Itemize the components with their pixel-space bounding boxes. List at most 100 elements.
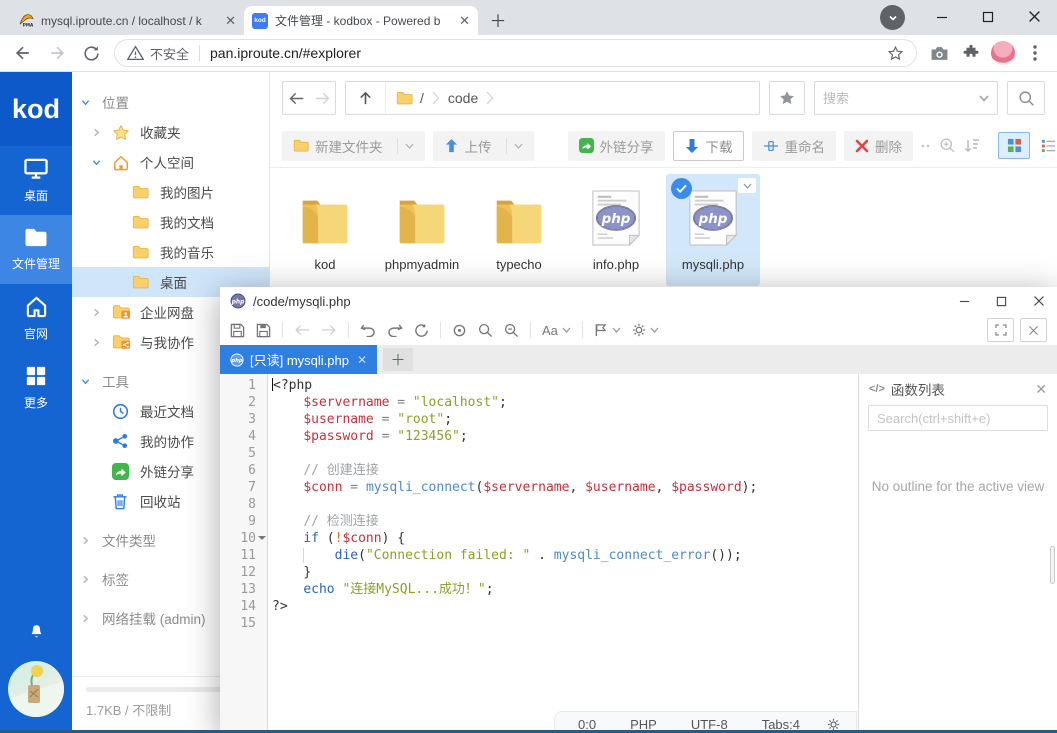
window-minimize-button[interactable]: [919, 0, 965, 33]
chevron-right-icon[interactable]: [92, 308, 112, 317]
grid-view-button[interactable]: [998, 132, 1030, 159]
code-line[interactable]: }: [268, 564, 858, 581]
media-controls-button[interactable]: [880, 5, 905, 30]
goto-location-icon[interactable]: [452, 323, 467, 338]
delete-button[interactable]: 删除: [844, 131, 913, 161]
rename-button[interactable]: 重命名: [752, 131, 837, 161]
code-line[interactable]: <?php: [268, 377, 858, 394]
editor-settings-button[interactable]: [632, 323, 659, 337]
upload-button[interactable]: 上传: [433, 131, 534, 161]
line-number[interactable]: 13: [220, 581, 267, 598]
line-number[interactable]: 15: [220, 615, 267, 632]
new-folder-button[interactable]: 新建文件夹: [282, 131, 425, 161]
fold-chevron-icon[interactable]: [258, 536, 266, 544]
line-number[interactable]: 3: [220, 411, 267, 428]
line-number[interactable]: 12: [220, 564, 267, 581]
address-bar[interactable]: 不安全 pan.iproute.cn/#explorer: [114, 39, 917, 67]
replace-icon[interactable]: [504, 323, 519, 338]
selected-check-icon[interactable]: [671, 178, 692, 199]
code-line[interactable]: echo "连接MySQL...成功！";: [268, 581, 858, 598]
chevron-right-icon[interactable]: [81, 614, 102, 623]
code-line[interactable]: [268, 445, 858, 462]
chevron-right-icon[interactable]: [81, 575, 102, 584]
chevron-down-icon[interactable]: [92, 158, 112, 167]
sidebar-item-desktop[interactable]: 桌面: [0, 146, 72, 215]
line-number[interactable]: 8: [220, 496, 267, 513]
line-number[interactable]: 4: [220, 428, 267, 445]
tree-item[interactable]: 收藏夹: [72, 117, 269, 147]
user-avatar[interactable]: [8, 661, 64, 717]
history-forward-button[interactable]: [309, 82, 335, 114]
code-line[interactable]: $username = "root";: [268, 411, 858, 428]
breadcrumb-root[interactable]: /: [420, 90, 424, 106]
file-item-kod[interactable]: kod: [278, 174, 372, 286]
editor-maximize-button[interactable]: [983, 288, 1020, 314]
zoom-icon[interactable]: [939, 133, 956, 159]
chevron-right-icon[interactable]: [92, 338, 112, 347]
chevron-down-icon[interactable]: [397, 138, 414, 154]
extensions-puzzle-icon[interactable]: [957, 39, 985, 67]
panel-close-button[interactable]: [1020, 318, 1047, 342]
code-area[interactable]: <?php $servername = "localhost"; $userna…: [268, 374, 858, 733]
reload-button[interactable]: [76, 38, 106, 68]
security-label[interactable]: 不安全: [150, 44, 189, 63]
code-line[interactable]: die("Connection failed: " . mysqli_conne…: [268, 547, 858, 564]
line-number[interactable]: 1: [220, 377, 267, 394]
line-number[interactable]: 10: [220, 530, 267, 547]
tab-close-icon[interactable]: ✕: [225, 13, 236, 29]
tab-close-icon[interactable]: ✕: [459, 13, 470, 29]
chevron-right-icon[interactable]: [81, 536, 102, 545]
sidebar-item-file-manager[interactable]: 文件管理: [0, 215, 72, 284]
line-number[interactable]: 14: [220, 598, 267, 615]
tree-item[interactable]: 我的文档: [72, 207, 269, 237]
editor-title-bar[interactable]: php /code/mysqli.php: [220, 287, 1057, 315]
editor-minimize-button[interactable]: [946, 288, 983, 314]
new-editor-tab-button[interactable]: ＋: [383, 348, 413, 371]
tree-section[interactable]: 位置: [72, 87, 269, 117]
chevron-down-icon[interactable]: [506, 138, 523, 154]
code-line[interactable]: // 检测连接: [268, 513, 858, 530]
kod-logo[interactable]: kod: [0, 72, 72, 146]
code-line[interactable]: // 创建连接: [268, 462, 858, 479]
undo-icon[interactable]: [360, 323, 376, 337]
sidebar-item-website[interactable]: 官网: [0, 284, 72, 353]
file-item-phpmyadmin[interactable]: phpmyadmin: [375, 174, 469, 286]
line-number[interactable]: 6: [220, 462, 267, 479]
sort-icon[interactable]: [964, 133, 980, 159]
tree-item[interactable]: 个人空间: [72, 147, 269, 177]
redo-icon[interactable]: [387, 323, 403, 337]
function-search-input[interactable]: [868, 405, 1048, 431]
code-line[interactable]: if (!$conn) {: [268, 530, 858, 547]
search-input[interactable]: [823, 91, 973, 106]
item-menu-chevron-icon[interactable]: [738, 178, 756, 193]
line-number[interactable]: 11: [220, 547, 267, 564]
close-icon[interactable]: ✕: [1035, 381, 1047, 398]
line-number[interactable]: 5: [220, 445, 267, 462]
bookmark-star-icon[interactable]: [887, 45, 904, 62]
back-button[interactable]: [8, 38, 38, 68]
theme-button[interactable]: [594, 323, 621, 337]
window-maximize-button[interactable]: [965, 0, 1011, 33]
up-folder-button[interactable]: [346, 82, 386, 114]
code-line[interactable]: $conn = mysqli_connect($servername, $use…: [268, 479, 858, 496]
line-number[interactable]: 2: [220, 394, 267, 411]
security-warning-icon[interactable]: [127, 45, 144, 61]
screenshot-extension-icon[interactable]: [925, 39, 953, 67]
download-button[interactable]: 下载: [673, 131, 744, 161]
new-tab-button[interactable]: ＋: [484, 5, 512, 33]
code-line[interactable]: [268, 615, 858, 632]
refresh-icon[interactable]: [414, 323, 429, 338]
tree-item[interactable]: 我的图片: [72, 177, 269, 207]
fullscreen-button[interactable]: [987, 318, 1014, 342]
breadcrumb-folder[interactable]: code: [448, 90, 478, 106]
file-item-typecho[interactable]: typecho: [472, 174, 566, 286]
editor-close-button[interactable]: [1020, 288, 1057, 314]
tree-item[interactable]: 我的音乐: [72, 237, 269, 267]
chevron-right-icon[interactable]: [92, 128, 112, 137]
save-as-button[interactable]: [256, 323, 271, 338]
browser-tab-phpmyadmin[interactable]: PMA mysql.iproute.cn / localhost / k ✕: [10, 6, 244, 35]
sidebar-item-more[interactable]: 更多: [0, 353, 72, 422]
list-view-button[interactable]: [1032, 132, 1057, 159]
more-actions-icon[interactable]: [921, 133, 931, 159]
search-box[interactable]: [814, 81, 998, 115]
